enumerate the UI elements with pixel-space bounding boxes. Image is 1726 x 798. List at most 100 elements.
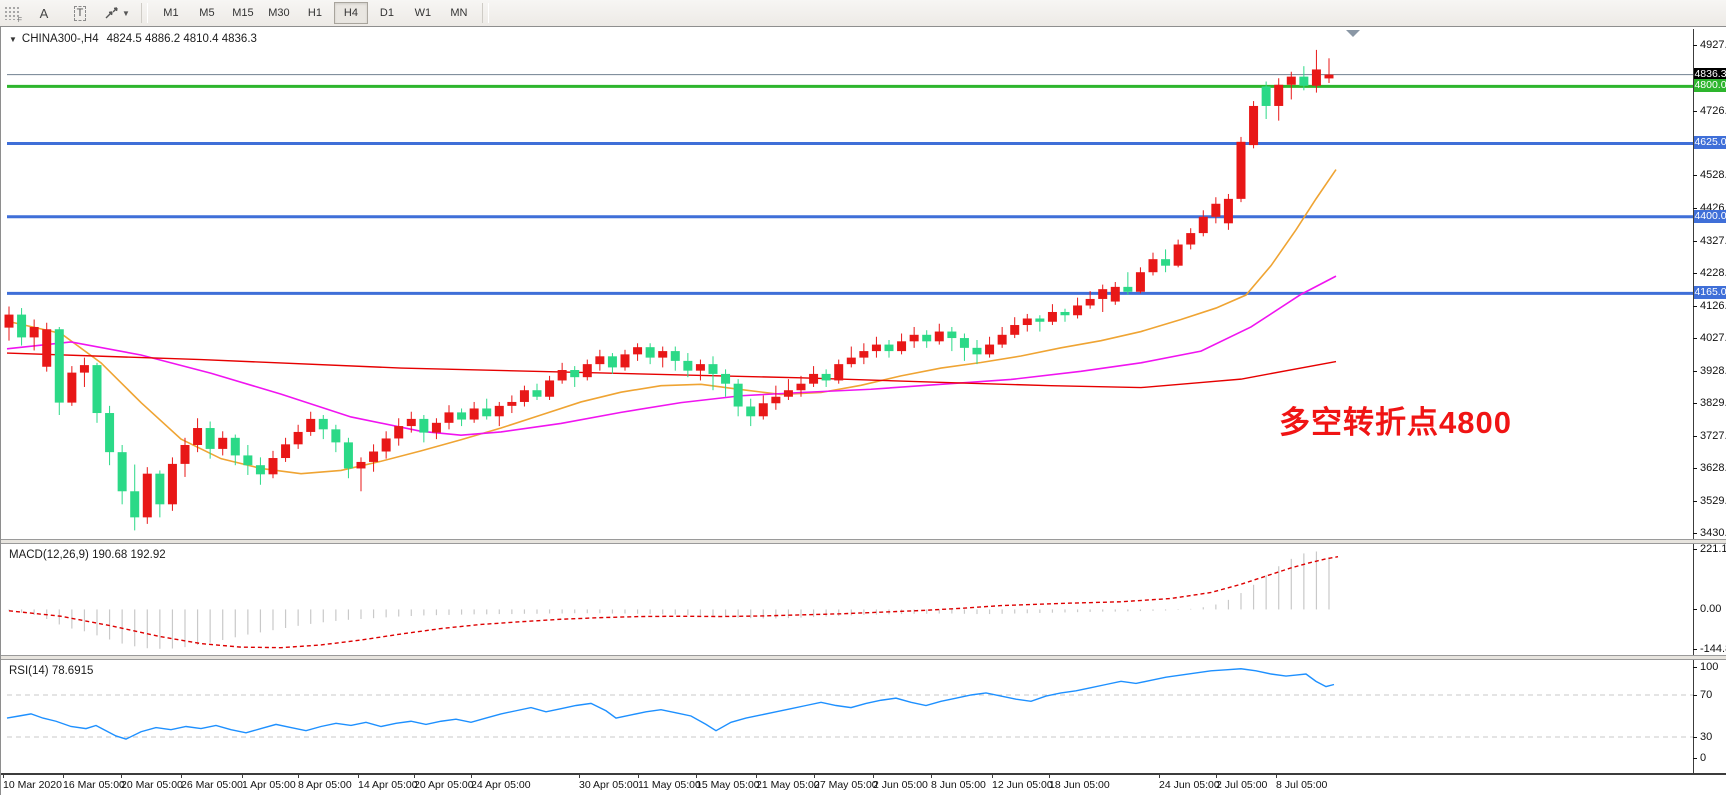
- rsi-tick-mark: [1693, 737, 1697, 738]
- time-axis-label: 20 Apr 05:00: [414, 779, 474, 791]
- symbol-title-bar: ▼ CHINA300-,H4 4824.5 4886.2 4810.4 4836…: [9, 33, 257, 45]
- time-tick-mark: [696, 775, 697, 778]
- time-tick-mark: [992, 775, 993, 778]
- time-axis-label: 20 Mar 05:00: [121, 779, 183, 791]
- text-label-tool-button[interactable]: A: [27, 1, 61, 25]
- chart-menu-dropdown-icon[interactable]: ▼: [9, 35, 17, 44]
- price-tick-mark: [1693, 111, 1697, 112]
- macd-tick-label: -144.84: [1700, 643, 1726, 655]
- dropdown-caret-icon: ▼: [122, 9, 130, 18]
- time-axis-label: 15 May 05:00: [696, 779, 760, 791]
- macd-panel[interactable]: [1, 544, 1726, 655]
- time-axis-label: 24 Apr 05:00: [471, 779, 531, 791]
- rsi-tick-label: 0: [1700, 752, 1706, 764]
- text-box-icon: T: [74, 6, 87, 21]
- rsi-tick-label: 30: [1700, 731, 1712, 743]
- timeframe-button-m5[interactable]: M5: [190, 2, 224, 24]
- price-badge-4625.0: 4625.0: [1694, 136, 1726, 149]
- price-tick-label: 3829.0: [1700, 397, 1726, 409]
- time-tick-mark: [298, 775, 299, 778]
- rsi-tick-label: 100: [1700, 661, 1718, 673]
- time-tick-mark: [1159, 775, 1160, 778]
- macd-tick-mark: [1693, 609, 1697, 610]
- time-tick-mark: [63, 775, 64, 778]
- price-tick-mark: [1693, 533, 1697, 534]
- time-tick-mark: [471, 775, 472, 778]
- price-tick-label: 4027.0: [1700, 332, 1726, 344]
- time-axis-label: 27 May 05:00: [814, 779, 878, 791]
- price-badge-4165.0: 4165.0: [1694, 286, 1726, 299]
- time-axis-label: 14 Apr 05:00: [358, 779, 418, 791]
- price-tick-mark: [1693, 338, 1697, 339]
- price-tick-mark: [1693, 501, 1697, 502]
- time-tick-mark: [638, 775, 639, 778]
- chart-window: ▼ CHINA300-,H4 4824.5 4886.2 4810.4 4836…: [0, 26, 1726, 795]
- macd-tick-mark: [1693, 649, 1697, 650]
- price-tick-mark: [1693, 273, 1697, 274]
- chart-text-annotation: 多空转折点4800: [1279, 397, 1512, 442]
- rsi-tick-mark: [1693, 758, 1697, 759]
- rsi-tick-mark: [1693, 667, 1697, 668]
- time-tick-mark: [1216, 775, 1217, 778]
- symbol-ohlc-readout: 4824.5 4886.2 4810.4 4836.3: [107, 33, 257, 45]
- timeframe-button-m1[interactable]: M1: [154, 2, 188, 24]
- timeframe-button-m15[interactable]: M15: [226, 2, 260, 24]
- price-badge-4400.0: 4400.0: [1694, 210, 1726, 223]
- text-label-icon: A: [40, 6, 49, 21]
- time-axis-label: 8 Jun 05:00: [931, 779, 986, 791]
- rsi-tick-mark: [1693, 695, 1697, 696]
- macd-indicator-label: MACD(12,26,9) 190.68 192.92: [9, 549, 166, 561]
- time-axis-label: 24 Jun 05:00: [1159, 779, 1220, 791]
- time-axis-label: 21 May 05:00: [756, 779, 820, 791]
- price-tick-label: 4327.0: [1700, 235, 1726, 247]
- time-axis-label: 11 May 05:00: [638, 779, 701, 791]
- time-axis-label: 12 Jun 05:00: [992, 779, 1053, 791]
- time-tick-mark: [756, 775, 757, 778]
- time-axis-label: 30 Apr 05:00: [579, 779, 639, 791]
- price-tick-mark: [1693, 241, 1697, 242]
- price-tick-label: 3928.0: [1700, 365, 1726, 377]
- toolbar-drag-handle[interactable]: F: [4, 6, 20, 20]
- price-tick-label: 4927.0: [1700, 39, 1726, 51]
- toolbar-separator: [141, 3, 148, 23]
- timeframe-button-group: M1M5M15M30H1H4D1W1MN: [153, 2, 477, 24]
- text-box-tool-button[interactable]: T: [63, 1, 97, 25]
- time-tick-mark: [3, 775, 4, 778]
- price-tick-mark: [1693, 45, 1697, 46]
- time-axis[interactable]: 10 Mar 202016 Mar 05:0020 Mar 05:0026 Ma…: [1, 773, 1726, 798]
- cursor-arrows-icon: [104, 6, 119, 20]
- price-tick-label: 4228.0: [1700, 267, 1726, 279]
- time-tick-mark: [579, 775, 580, 778]
- price-tick-label: 4726.0: [1700, 105, 1726, 117]
- price-badge-4800.0: 4800.0: [1694, 79, 1726, 92]
- timeframe-button-m30[interactable]: M30: [262, 2, 296, 24]
- timeframe-button-h1[interactable]: H1: [298, 2, 332, 24]
- price-tick-label: 3628.0: [1700, 462, 1726, 474]
- price-tick-label: 3727.0: [1700, 430, 1726, 442]
- time-axis-label: 18 Jun 05:00: [1049, 779, 1110, 791]
- time-tick-mark: [242, 775, 243, 778]
- time-axis-label: 10 Mar 2020: [3, 779, 62, 791]
- time-tick-mark: [1049, 775, 1050, 778]
- rsi-splitter[interactable]: [1, 655, 1726, 660]
- macd-splitter[interactable]: [1, 539, 1726, 544]
- time-tick-mark: [181, 775, 182, 778]
- timeframe-button-d1[interactable]: D1: [370, 2, 404, 24]
- price-tick-mark: [1693, 371, 1697, 372]
- main-chart-panel[interactable]: [1, 29, 1726, 539]
- timeframe-button-h4[interactable]: H4: [334, 2, 368, 24]
- time-axis-label: 1 Apr 05:00: [242, 779, 296, 791]
- time-tick-mark: [121, 775, 122, 778]
- timeframe-button-mn[interactable]: MN: [442, 2, 476, 24]
- rsi-panel[interactable]: [1, 660, 1726, 771]
- price-tick-mark: [1693, 468, 1697, 469]
- macd-tick-label: 221.13: [1700, 543, 1726, 555]
- price-tick-mark: [1693, 403, 1697, 404]
- top-toolbar: F A T ▼ M1M5M15M30H1H4D1W1MN: [0, 0, 1726, 27]
- cursor-tool-button[interactable]: ▼: [99, 1, 135, 25]
- price-tick-mark: [1693, 436, 1697, 437]
- macd-tick-mark: [1693, 549, 1697, 550]
- timeframe-button-w1[interactable]: W1: [406, 2, 440, 24]
- price-tick-label: 4528.0: [1700, 169, 1726, 181]
- time-tick-mark: [414, 775, 415, 778]
